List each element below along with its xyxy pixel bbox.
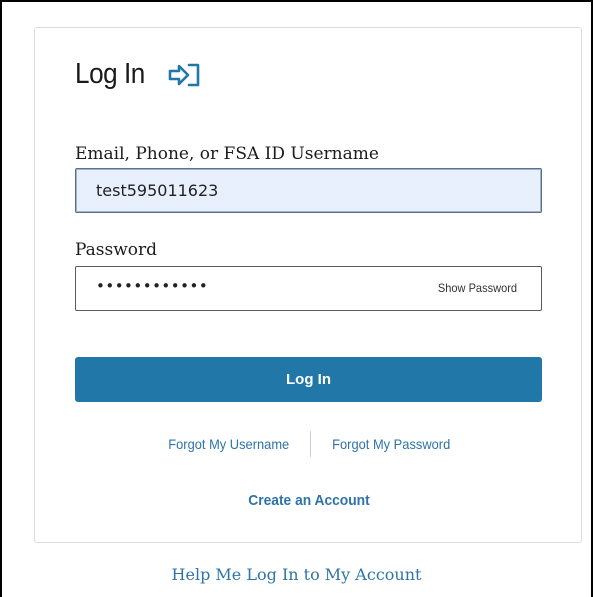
forgot-password-link[interactable]: Forgot My Password	[332, 436, 450, 452]
password-field[interactable]: •••••••••••• Show Password	[75, 266, 542, 311]
forgot-username-link[interactable]: Forgot My Username	[168, 436, 289, 452]
help-login-link[interactable]: Help Me Log In to My Account	[0, 565, 593, 584]
email-field[interactable]: test595011623	[75, 168, 542, 213]
link-divider	[310, 431, 312, 457]
login-header: Log In	[75, 58, 203, 91]
password-masked-value: ••••••••••••	[96, 277, 209, 295]
email-field-value: test595011623	[96, 181, 219, 200]
sign-in-arrow-icon	[167, 61, 203, 89]
create-account-link-wrapper: Create an Account	[35, 492, 583, 509]
create-account-link[interactable]: Create an Account	[248, 492, 369, 509]
password-field-label: Password	[75, 240, 158, 260]
recovery-links: Forgot My Username Forgot My Password	[35, 431, 583, 457]
login-card: Log In Email, Phone, or FSA ID Username …	[34, 27, 582, 543]
page-title: Log In	[75, 58, 145, 90]
email-field-label: Email, Phone, or FSA ID Username	[75, 144, 379, 164]
login-button[interactable]: Log In	[75, 357, 542, 402]
show-password-toggle[interactable]: Show Password	[438, 281, 517, 295]
